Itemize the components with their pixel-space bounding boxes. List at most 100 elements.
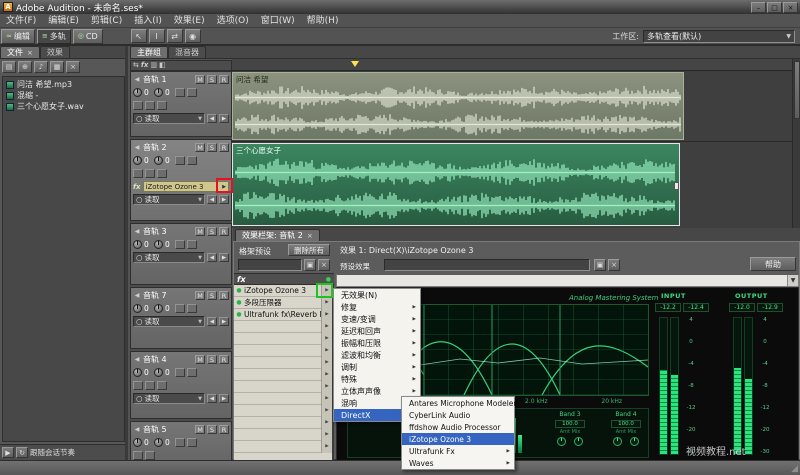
record-arm-button[interactable]: R bbox=[219, 143, 229, 152]
phase-button[interactable] bbox=[187, 368, 197, 377]
mute-button[interactable]: M bbox=[195, 425, 205, 434]
fx-slot-row-empty[interactable]: ▶ bbox=[234, 404, 332, 417]
menu-item-restoration[interactable]: 修复 ▶ bbox=[334, 301, 420, 313]
next-param-button[interactable]: ▶ bbox=[219, 195, 229, 204]
pan-knob[interactable] bbox=[154, 368, 163, 377]
mute-button[interactable]: M bbox=[195, 143, 205, 152]
track-io-button[interactable] bbox=[157, 101, 167, 110]
solo-button[interactable]: S bbox=[207, 227, 217, 236]
menu-clip[interactable]: 剪辑(C) bbox=[85, 14, 128, 28]
power-icon[interactable]: ● bbox=[326, 276, 331, 283]
fx-slot-row-empty[interactable]: ▶ bbox=[234, 344, 332, 357]
delete-all-button[interactable]: 删除所有 bbox=[288, 244, 330, 256]
amt-knob[interactable] bbox=[557, 437, 566, 446]
mute-button[interactable]: M bbox=[195, 355, 205, 364]
phase-button[interactable] bbox=[187, 438, 197, 447]
pan-knob[interactable] bbox=[154, 304, 163, 313]
insert-into-session-icon[interactable]: ⊕ bbox=[18, 60, 32, 73]
menu-item-modulation[interactable]: 调制 ▶ bbox=[334, 361, 420, 373]
power-icon[interactable]: ● bbox=[234, 299, 244, 306]
view-options-icon[interactable]: ▦ bbox=[50, 60, 64, 73]
submenu-item-waves[interactable]: Waves ▶ bbox=[402, 457, 514, 469]
track-name[interactable]: 音轨 7 bbox=[143, 290, 193, 301]
fx-menu-arrow-icon[interactable]: ▶ bbox=[321, 392, 332, 405]
fx-toggle-icon[interactable]: fx bbox=[141, 61, 149, 70]
output-button[interactable] bbox=[175, 156, 185, 165]
menu-item-time-pitch[interactable]: 变速/变调 ▶ bbox=[334, 313, 420, 325]
submenu-item-ultrafunk[interactable]: Ultrafunk Fx ▶ bbox=[402, 445, 514, 457]
next-param-button[interactable]: ▶ bbox=[219, 253, 229, 262]
volume-knob[interactable] bbox=[133, 240, 142, 249]
close-icon[interactable]: × bbox=[307, 230, 313, 242]
fx-slot-row-empty[interactable]: ▶ bbox=[234, 380, 332, 393]
track-io-button[interactable] bbox=[133, 101, 143, 110]
fx-slot-row-empty[interactable]: ▶ bbox=[234, 368, 332, 381]
phase-button[interactable] bbox=[187, 156, 197, 165]
record-arm-button[interactable]: R bbox=[219, 425, 229, 434]
menu-file[interactable]: 文件(F) bbox=[0, 14, 42, 28]
track-name[interactable]: 音轨 2 bbox=[143, 142, 193, 153]
edit-view-button[interactable]: ≈ 编辑 bbox=[1, 28, 35, 44]
menu-window[interactable]: 窗口(W) bbox=[255, 14, 301, 28]
power-icon[interactable]: ● bbox=[234, 287, 244, 294]
clip-edge-handle[interactable] bbox=[674, 182, 679, 190]
plugin-preset-dropdown[interactable]: ▼ bbox=[336, 274, 799, 287]
fx-menu-arrow-icon[interactable]: ▶ bbox=[321, 344, 332, 357]
prev-param-button[interactable]: ◀ bbox=[207, 114, 217, 123]
mute-button[interactable]: M bbox=[195, 227, 205, 236]
amt-knob[interactable] bbox=[613, 437, 622, 446]
next-param-button[interactable]: ▶ bbox=[219, 394, 229, 403]
tab-effects-rack[interactable]: 效果栏架: 音轨 2 × bbox=[235, 229, 320, 241]
rack-preset-select[interactable] bbox=[238, 259, 302, 271]
next-param-button[interactable]: ▶ bbox=[219, 114, 229, 123]
menu-options[interactable]: 选项(O) bbox=[211, 14, 255, 28]
fx-menu-arrow-icon[interactable]: ▶ bbox=[321, 428, 332, 441]
fx-slot-row-empty[interactable]: ▶ bbox=[234, 392, 332, 405]
volume-knob[interactable] bbox=[133, 156, 142, 165]
fx-menu-arrow-icon[interactable]: ▶ bbox=[321, 440, 332, 453]
audio-icon[interactable]: ♪ bbox=[34, 60, 48, 73]
pan-knob[interactable] bbox=[154, 240, 163, 249]
fx-slot-row[interactable]: ● Ultrafunk fx\Reverb R3 ▶ bbox=[234, 308, 332, 321]
submenu-item-ffdshow[interactable]: ffdshow Audio Processor bbox=[402, 421, 514, 433]
loop-icon[interactable]: ↻ bbox=[16, 447, 28, 458]
move-tool-icon[interactable]: ↖ bbox=[130, 29, 147, 43]
fx-slot-row[interactable]: ● 多段压限器 ▶ bbox=[234, 296, 332, 309]
power-icon[interactable]: ● bbox=[234, 311, 244, 318]
fx-menu-arrow-icon[interactable]: ▶ bbox=[321, 356, 332, 369]
solo-button[interactable]: S bbox=[207, 291, 217, 300]
pan-knob[interactable] bbox=[154, 438, 163, 447]
next-param-button[interactable]: ▶ bbox=[219, 317, 229, 326]
pan-knob[interactable] bbox=[154, 156, 163, 165]
automation-mode-select[interactable]: ○ 读取 ▼ bbox=[133, 316, 205, 327]
track-name[interactable]: 音轨 5 bbox=[143, 424, 193, 435]
volume-knob[interactable] bbox=[133, 304, 142, 313]
fx-menu-arrow-icon[interactable]: ▶ bbox=[321, 368, 332, 381]
fx-menu-arrow-icon[interactable]: ▶ bbox=[321, 404, 332, 417]
menu-item-delay-echo[interactable]: 延迟和回声 ▶ bbox=[334, 325, 420, 337]
prev-param-button[interactable]: ◀ bbox=[207, 195, 217, 204]
menu-edit[interactable]: 编辑(E) bbox=[42, 14, 85, 28]
delete-preset-icon[interactable]: × bbox=[608, 259, 620, 271]
menu-item-special[interactable]: 特殊 ▶ bbox=[334, 373, 420, 385]
fx-menu-arrow-icon[interactable]: ▶ bbox=[321, 332, 332, 345]
fx-slot-row-empty[interactable]: ▶ bbox=[234, 320, 332, 333]
fx-slot-row-empty[interactable]: ▶ bbox=[234, 416, 332, 429]
output-button[interactable] bbox=[175, 304, 185, 313]
menu-item-filter-eq[interactable]: 滤波和均衡 ▶ bbox=[334, 349, 420, 361]
close-button[interactable]: × bbox=[783, 1, 798, 13]
timeline-ruler[interactable] bbox=[232, 59, 792, 71]
file-item[interactable]: 问洁 希望.mp3 bbox=[4, 79, 123, 90]
track-io-button[interactable] bbox=[157, 381, 167, 390]
phase-button[interactable] bbox=[187, 240, 197, 249]
play-icon[interactable]: ▶ bbox=[2, 447, 14, 458]
file-item[interactable]: 三个心愿女子.wav bbox=[4, 101, 123, 112]
fx-slot-row-empty[interactable]: ▶ bbox=[234, 428, 332, 441]
submenu-item-izotope-ozone[interactable]: iZotope Ozone 3 bbox=[402, 433, 514, 445]
fx-menu-arrow-icon[interactable]: ▶ bbox=[321, 380, 332, 393]
multitrack-view-button[interactable]: ≡ 多轨 bbox=[36, 28, 71, 44]
volume-knob[interactable] bbox=[133, 88, 142, 97]
track-io-button[interactable] bbox=[145, 381, 155, 390]
volume-knob[interactable] bbox=[133, 438, 142, 447]
workspace-select[interactable]: 多轨查看(默认) ▼ bbox=[643, 29, 795, 43]
